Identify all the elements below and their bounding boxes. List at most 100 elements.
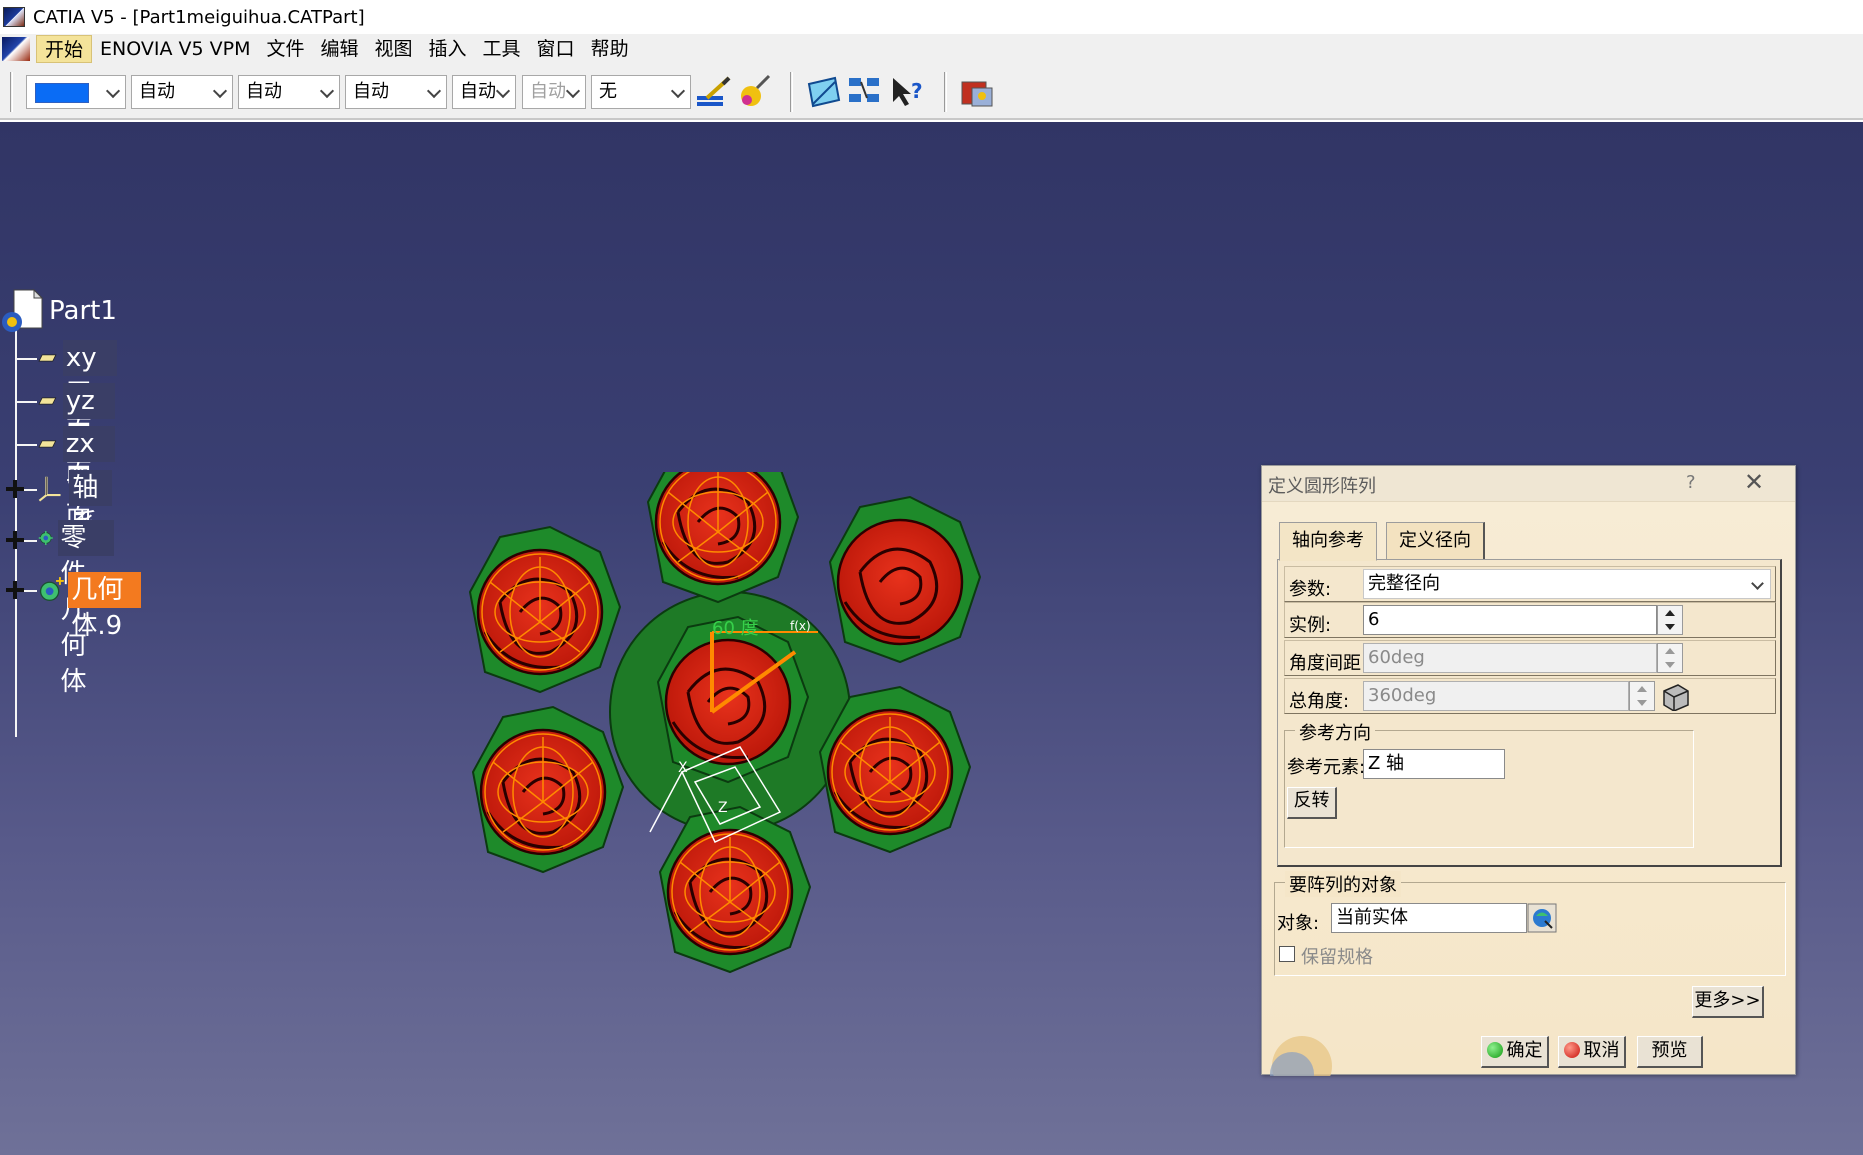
tree-node-label: xy 平面	[62, 340, 117, 445]
rendering-style-combo[interactable]: 自动	[522, 75, 586, 109]
object-input[interactable]: 当前实体	[1331, 903, 1527, 933]
reference-element-label: 参考元素:	[1287, 757, 1366, 778]
ok-button[interactable]: 确定	[1481, 1036, 1549, 1068]
cancel-button[interactable]: 取消	[1558, 1036, 1626, 1068]
ok-label: 确定	[1506, 1040, 1543, 1061]
menu-edit[interactable]: 编辑	[312, 35, 366, 63]
total-angle-stepper[interactable]	[1629, 681, 1655, 711]
objects-legend: 要阵列的对象	[1285, 871, 1401, 897]
tree-connector-line	[15, 317, 17, 737]
instances-input[interactable]: 6	[1363, 605, 1657, 635]
instances-stepper[interactable]	[1657, 605, 1683, 635]
plane-icon	[38, 354, 57, 362]
rose-bouquet-model[interactable]: 60 度 f(x) X Z	[450, 472, 1010, 1032]
tree-branch	[15, 358, 37, 360]
expand-plus-icon[interactable]	[6, 581, 24, 599]
line-type-value: 自动	[353, 81, 389, 102]
part-body-icon	[38, 531, 53, 545]
tree-root-label: Part1	[49, 296, 117, 326]
color-swatch	[35, 83, 89, 103]
apply-material-icon[interactable]	[737, 74, 775, 110]
rose-center	[656, 615, 810, 784]
chevron-down-icon	[426, 76, 442, 108]
dialog-titlebar[interactable]: 定义圆形阵列 ? ✕	[1262, 466, 1795, 502]
keep-specification-label: 保留规格	[1301, 947, 1373, 968]
menu-insert[interactable]: 插入	[421, 35, 475, 63]
tree-node-zx-plane[interactable]: zx 平面	[38, 426, 116, 531]
part-document-icon	[2, 288, 44, 332]
parameters-row: 参数: 完整径向	[1284, 566, 1776, 602]
menu-window[interactable]: 窗口	[529, 35, 583, 63]
close-icon[interactable]: ✕	[1744, 468, 1764, 496]
menu-bar: 开始 ENOVIA V5 VPM 文件 编辑 视图 插入 工具 窗口 帮助	[0, 34, 1863, 64]
catalog-browser-icon[interactable]	[958, 74, 996, 110]
rose-top-right	[828, 495, 982, 664]
graphic-properties-toolbar: 自动 自动 自动 自动 自动 无 ?	[0, 64, 1863, 120]
tree-structure-icon[interactable]	[847, 74, 885, 110]
chevron-down-icon	[212, 76, 228, 108]
instances-label: 实例:	[1289, 615, 1332, 636]
tree-node-label: zx 平面	[62, 426, 116, 531]
angular-spacing-input[interactable]: 60deg	[1363, 643, 1657, 673]
menu-enovia[interactable]: ENOVIA V5 VPM	[92, 35, 258, 63]
fill-color-combo[interactable]	[26, 75, 126, 109]
tab-crown-definition[interactable]: 定义径向	[1386, 522, 1485, 560]
help-icon[interactable]: ?	[1686, 472, 1696, 493]
angular-spacing-stepper[interactable]	[1657, 643, 1683, 673]
keep-specification-checkbox[interactable]	[1279, 946, 1295, 962]
expand-plus-icon[interactable]	[6, 531, 24, 549]
formula-annotation: f(x)	[790, 619, 811, 633]
plane-icon	[38, 440, 57, 448]
parameters-select[interactable]: 完整径向	[1363, 569, 1771, 599]
more-button[interactable]: 更多>>	[1692, 986, 1764, 1018]
transparency-combo[interactable]: 自动	[131, 75, 233, 109]
plane-icon	[38, 397, 57, 405]
point-symbol-combo[interactable]: 自动	[452, 75, 516, 109]
total-angle-input[interactable]: 360deg	[1363, 681, 1629, 711]
menu-help[interactable]: 帮助	[583, 35, 637, 63]
rose-bottom-left	[471, 705, 625, 874]
cancel-label: 取消	[1583, 1040, 1620, 1061]
formula-editor-icon[interactable]	[1660, 681, 1690, 711]
sketch-plane-icon[interactable]	[805, 74, 843, 110]
tree-node-xy-plane[interactable]: xy 平面	[38, 340, 117, 445]
line-type-combo[interactable]: 自动	[345, 75, 447, 109]
chevron-down-icon	[1751, 577, 1764, 590]
objects-group: 要阵列的对象 对象: 当前实体 保留规格	[1274, 871, 1786, 976]
tree-node-axis-system[interactable]: 轴系	[38, 468, 113, 539]
object-selector-icon[interactable]	[1527, 903, 1557, 933]
layer-combo[interactable]: 无	[591, 75, 691, 109]
menu-view[interactable]: 视图	[367, 35, 421, 63]
menu-start[interactable]: 开始	[36, 35, 93, 63]
tree-node-yz-plane[interactable]: yz 平面	[38, 383, 116, 488]
reverse-button[interactable]: 反转	[1287, 787, 1337, 819]
total-angle-label: 总角度:	[1289, 691, 1350, 712]
toolbar-grip[interactable]	[790, 72, 793, 112]
window-titlebar: CATIA V5 - [Part1meiguihua.CATPart]	[0, 0, 1863, 34]
chevron-down-icon	[319, 76, 335, 108]
reference-direction-legend: 参考方向	[1295, 719, 1375, 745]
reference-element-input[interactable]: Z 轴	[1363, 749, 1505, 779]
tree-node-part-body[interactable]: 零件几何体	[38, 518, 115, 697]
menu-file[interactable]: 文件	[258, 35, 312, 63]
rose-bottom-right	[818, 685, 972, 854]
x-axis-label: X	[678, 760, 688, 776]
toolbar-grip[interactable]	[10, 72, 13, 112]
tree-node-body-9[interactable]: 几何体.9	[38, 568, 141, 641]
catia-logo-icon[interactable]	[2, 37, 30, 61]
chevron-down-icon	[495, 76, 511, 108]
menu-tools[interactable]: 工具	[475, 35, 529, 63]
tab-axial-reference[interactable]: 轴向参考	[1279, 522, 1377, 561]
ok-green-dot-icon	[1486, 1042, 1503, 1058]
paint-brush-icon[interactable]	[695, 74, 733, 110]
line-thickness-value: 自动	[246, 81, 282, 102]
angle-annotation[interactable]: 60 度	[712, 618, 759, 639]
chevron-down-icon	[565, 76, 581, 108]
chevron-down-icon	[105, 76, 121, 108]
line-thickness-combo[interactable]: 自动	[238, 75, 340, 109]
expand-plus-icon[interactable]	[6, 480, 24, 498]
tree-root-part1[interactable]: Part1	[0, 288, 120, 334]
toolbar-grip[interactable]	[944, 72, 947, 112]
whats-this-help-icon[interactable]: ?	[889, 74, 927, 110]
preview-button[interactable]: 预览	[1637, 1036, 1703, 1068]
